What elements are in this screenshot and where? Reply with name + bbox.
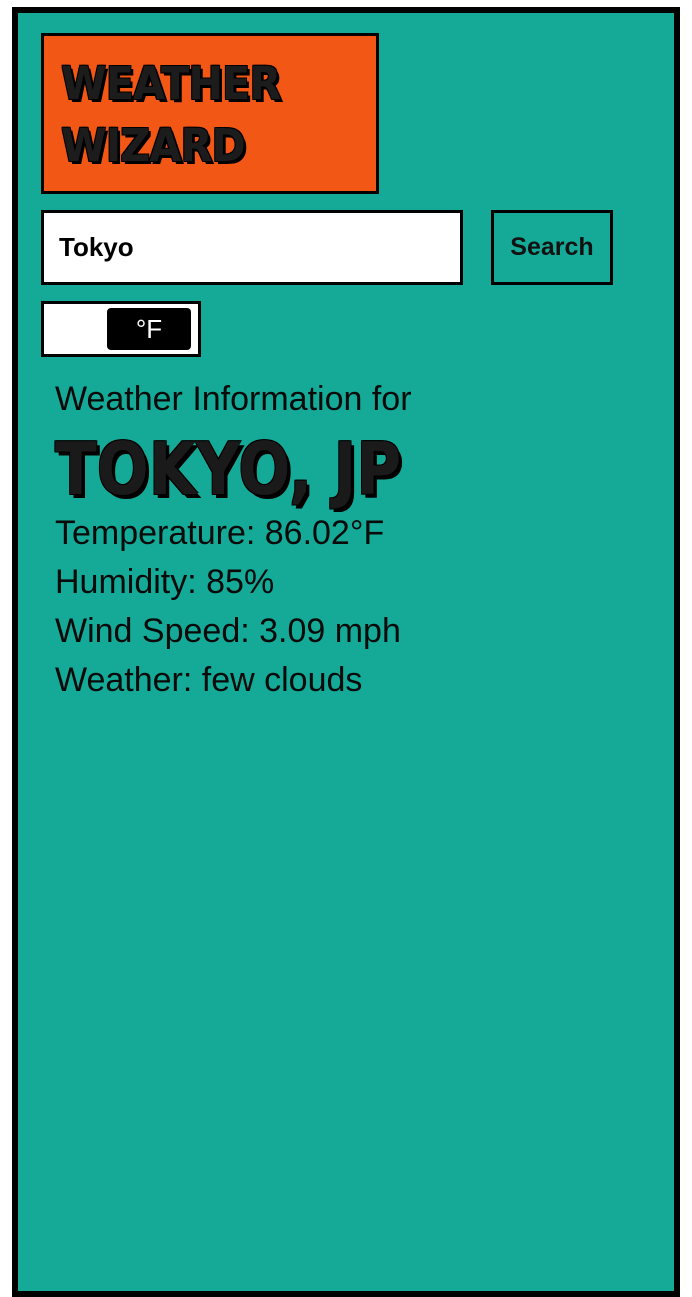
logo-text-line-2: WIZARD xyxy=(61,119,246,172)
weather-condition: Weather: few clouds xyxy=(55,661,363,699)
unit-toggle-knob[interactable]: °F xyxy=(107,308,191,350)
logo-text-line-1: WEATHER xyxy=(61,57,281,110)
app-container: WEATHER WIZARD Search °F Weather Informa… xyxy=(12,7,680,1297)
unit-toggle[interactable]: °F xyxy=(41,301,201,357)
wind-speed-value: Wind Speed: 3.09 mph xyxy=(55,612,401,650)
weather-info-heading: Weather Information for xyxy=(55,380,412,418)
humidity-value: Humidity: 85% xyxy=(55,563,275,601)
search-button[interactable]: Search xyxy=(491,210,613,285)
temperature-value: Temperature: 86.02°F xyxy=(55,514,385,552)
city-name: TOKYO, JP xyxy=(55,427,402,511)
app-logo: WEATHER WIZARD xyxy=(41,33,379,194)
city-search-input[interactable] xyxy=(41,210,463,285)
